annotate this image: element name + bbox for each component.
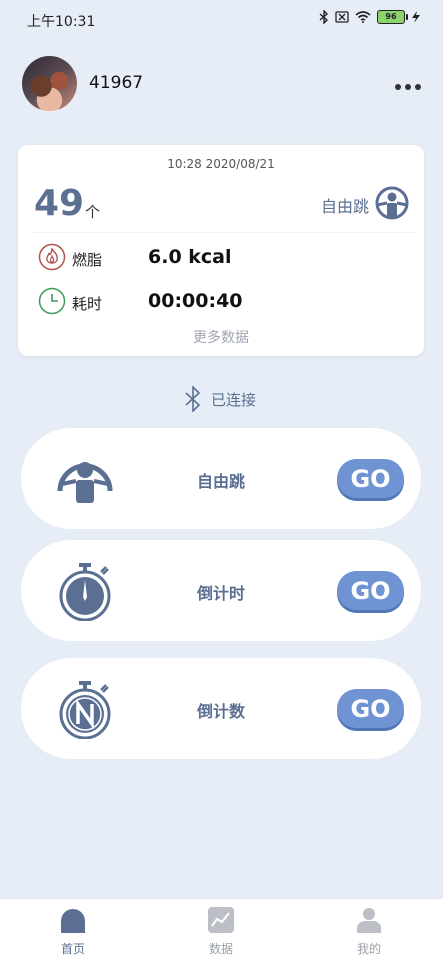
- username: 41967: [89, 73, 144, 93]
- bluetooth-status-icon: [319, 10, 329, 24]
- tab-data[interactable]: 数据: [181, 907, 261, 957]
- bluetooth-status-label: 已连接: [211, 390, 257, 409]
- status-bar: 上午10:31 96: [0, 0, 443, 40]
- jump-count: 49: [34, 183, 85, 224]
- bluetooth-status[interactable]: 已连接: [183, 386, 256, 412]
- battery-icon: 96: [377, 10, 408, 24]
- tab-label: 首页: [60, 942, 85, 956]
- go-button-free-jump[interactable]: GO: [337, 459, 404, 498]
- avatar[interactable]: [22, 56, 77, 111]
- mode-card-free-jump[interactable]: 自由跳 GO: [21, 428, 421, 529]
- flame-icon: [38, 243, 66, 271]
- tab-mine[interactable]: 我的: [329, 907, 409, 957]
- metric-row-calories: 燃脂 6.0 kcal: [38, 243, 398, 275]
- session-datetime: 10:28 2020/08/21: [167, 157, 275, 171]
- mode-card-countdown-count[interactable]: 倒计数 GO: [21, 658, 421, 759]
- metric-label: 耗时: [72, 295, 103, 313]
- metric-row-duration: 耗时 00:00:40: [38, 287, 398, 319]
- mode-card-countdown-timer[interactable]: 倒计时 GO: [21, 540, 421, 641]
- tab-home[interactable]: 首页: [33, 907, 113, 957]
- chart-icon: [208, 907, 234, 933]
- go-button-countdown-count[interactable]: GO: [337, 689, 404, 728]
- tab-label: 数据: [208, 942, 233, 956]
- bottom-tab-bar: 首页 数据 我的: [0, 898, 443, 961]
- user-header: 41967: [22, 56, 422, 112]
- session-mode-label: 自由跳: [320, 197, 369, 216]
- summary-card[interactable]: 10:28 2020/08/21 49 个 自由跳 燃脂 6.0 kcal 耗时…: [18, 145, 424, 356]
- count-unit: 个: [85, 203, 101, 221]
- card-divider: [34, 232, 414, 233]
- home-icon: [61, 909, 85, 933]
- more-data-link[interactable]: 更多数据: [18, 327, 424, 347]
- free-jump-icon: [375, 186, 409, 220]
- tab-label: 我的: [356, 942, 381, 956]
- status-time: 上午10:31: [27, 14, 96, 30]
- go-button-countdown-timer[interactable]: GO: [337, 571, 404, 610]
- charging-icon: [412, 11, 420, 23]
- status-icons: 96: [319, 10, 421, 24]
- bluetooth-icon: [185, 386, 201, 412]
- metric-label: 燃脂: [72, 251, 103, 269]
- sim-off-icon: [335, 11, 349, 23]
- profile-icon: [357, 908, 381, 933]
- metric-value: 00:00:40: [148, 290, 243, 312]
- clock-icon: [38, 287, 66, 315]
- more-dots-icon[interactable]: [394, 72, 422, 97]
- wifi-icon: [355, 11, 371, 23]
- metric-value: 6.0 kcal: [148, 246, 232, 268]
